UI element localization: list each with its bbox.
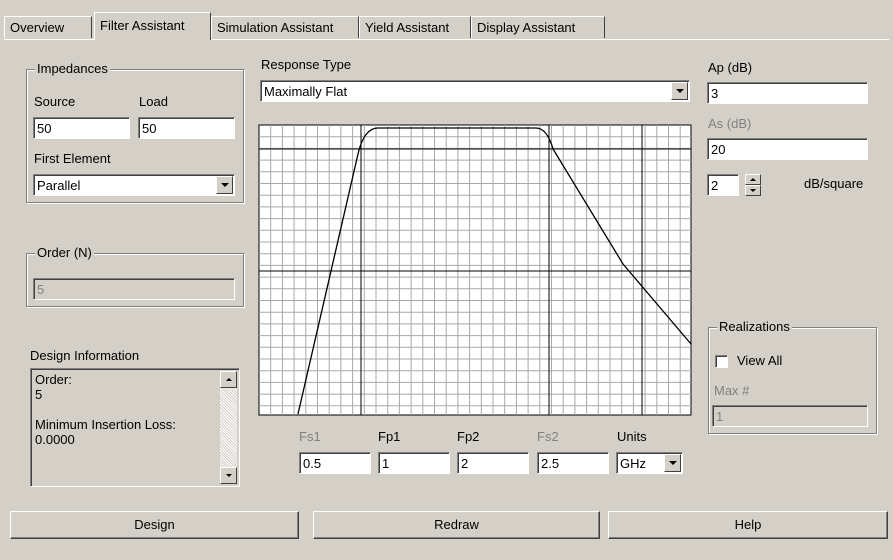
tab-filter-assistant[interactable]: Filter Assistant <box>94 12 211 40</box>
info-line: 0.0000 <box>35 432 75 447</box>
source-input[interactable]: 50 <box>33 117 130 139</box>
design-button[interactable]: Design <box>10 511 299 539</box>
units-value: GHz <box>620 456 646 471</box>
as-input[interactable]: 20 <box>707 138 868 160</box>
chevron-down-icon[interactable] <box>216 176 233 194</box>
info-line <box>35 402 235 417</box>
fs2-label: Fs2 <box>537 429 559 444</box>
load-label: Load <box>139 94 168 109</box>
first-element-select[interactable]: Parallel <box>33 174 235 196</box>
response-type-value: Maximally Flat <box>264 84 348 99</box>
slope-unit-label: dB/square <box>804 176 864 191</box>
fp2-input[interactable]: 2 <box>457 452 529 474</box>
design-info-scrollbar[interactable] <box>220 371 237 484</box>
ap-label: Ap (dB) <box>708 60 753 75</box>
fp2-label: Fp2 <box>457 429 480 444</box>
impedances-title: Impedances <box>35 61 110 77</box>
tab-label: Filter Assistant <box>100 18 185 33</box>
chevron-down-icon[interactable] <box>671 82 688 100</box>
info-line: Order: <box>35 372 72 387</box>
tab-label: Overview <box>10 20 65 35</box>
ap-input[interactable]: 3 <box>707 82 868 104</box>
tab-label: Display Assistant <box>477 20 576 35</box>
design-information-label: Design Information <box>30 348 140 363</box>
tab-display-assistant[interactable]: Display Assistant <box>471 16 605 38</box>
response-type-label: Response Type <box>261 57 352 72</box>
tab-overview[interactable]: Overview <box>4 16 92 38</box>
tab-yield-assistant[interactable]: Yield Assistant <box>359 16 471 38</box>
scroll-up-icon[interactable] <box>220 371 237 388</box>
filter-response-plot <box>258 124 692 416</box>
plot-background <box>258 124 692 416</box>
max-number-label: Max # <box>714 383 750 398</box>
slope-input[interactable]: 2 <box>707 174 739 196</box>
max-number-input: 1 <box>712 405 868 427</box>
load-input[interactable]: 50 <box>138 117 235 139</box>
info-line: Minimum Insertion Loss: <box>35 417 176 432</box>
redraw-button[interactable]: Redraw <box>313 511 600 539</box>
scroll-down-icon[interactable] <box>220 467 237 484</box>
first-element-value: Parallel <box>37 178 81 193</box>
tab-simulation-assistant[interactable]: Simulation Assistant <box>211 16 359 38</box>
order-title: Order (N) <box>35 245 94 261</box>
source-label: Source <box>34 94 76 109</box>
design-information-text: Order: 5 Minimum Insertion Loss: 0.0000 <box>30 368 240 487</box>
spin-up-icon[interactable] <box>745 174 761 185</box>
tab-label: Simulation Assistant <box>217 20 334 35</box>
realizations-title: Realizations <box>717 319 792 335</box>
spin-down-icon[interactable] <box>745 185 761 196</box>
response-type-select[interactable]: Maximally Flat <box>260 80 690 102</box>
fs1-label: Fs1 <box>299 429 321 444</box>
info-line: 5 <box>35 387 43 402</box>
view-all-checkbox[interactable] <box>715 355 728 368</box>
as-label: As (dB) <box>708 116 752 131</box>
tab-label: Yield Assistant <box>365 20 450 35</box>
chevron-down-icon[interactable] <box>664 454 681 472</box>
view-all-label: View All <box>737 353 783 368</box>
help-button[interactable]: Help <box>608 511 888 539</box>
fp1-input[interactable]: 1 <box>378 452 450 474</box>
tab-strip: Overview Filter Assistant Simulation Ass… <box>4 12 889 40</box>
fs1-input[interactable]: 0.5 <box>299 452 371 474</box>
slope-spinner[interactable] <box>745 174 761 196</box>
units-label: Units <box>617 429 647 444</box>
fp1-label: Fp1 <box>378 429 401 444</box>
units-select[interactable]: GHz <box>616 452 683 474</box>
first-element-label: First Element <box>34 151 111 166</box>
order-input: 5 <box>33 278 235 300</box>
fs2-input[interactable]: 2.5 <box>537 452 609 474</box>
